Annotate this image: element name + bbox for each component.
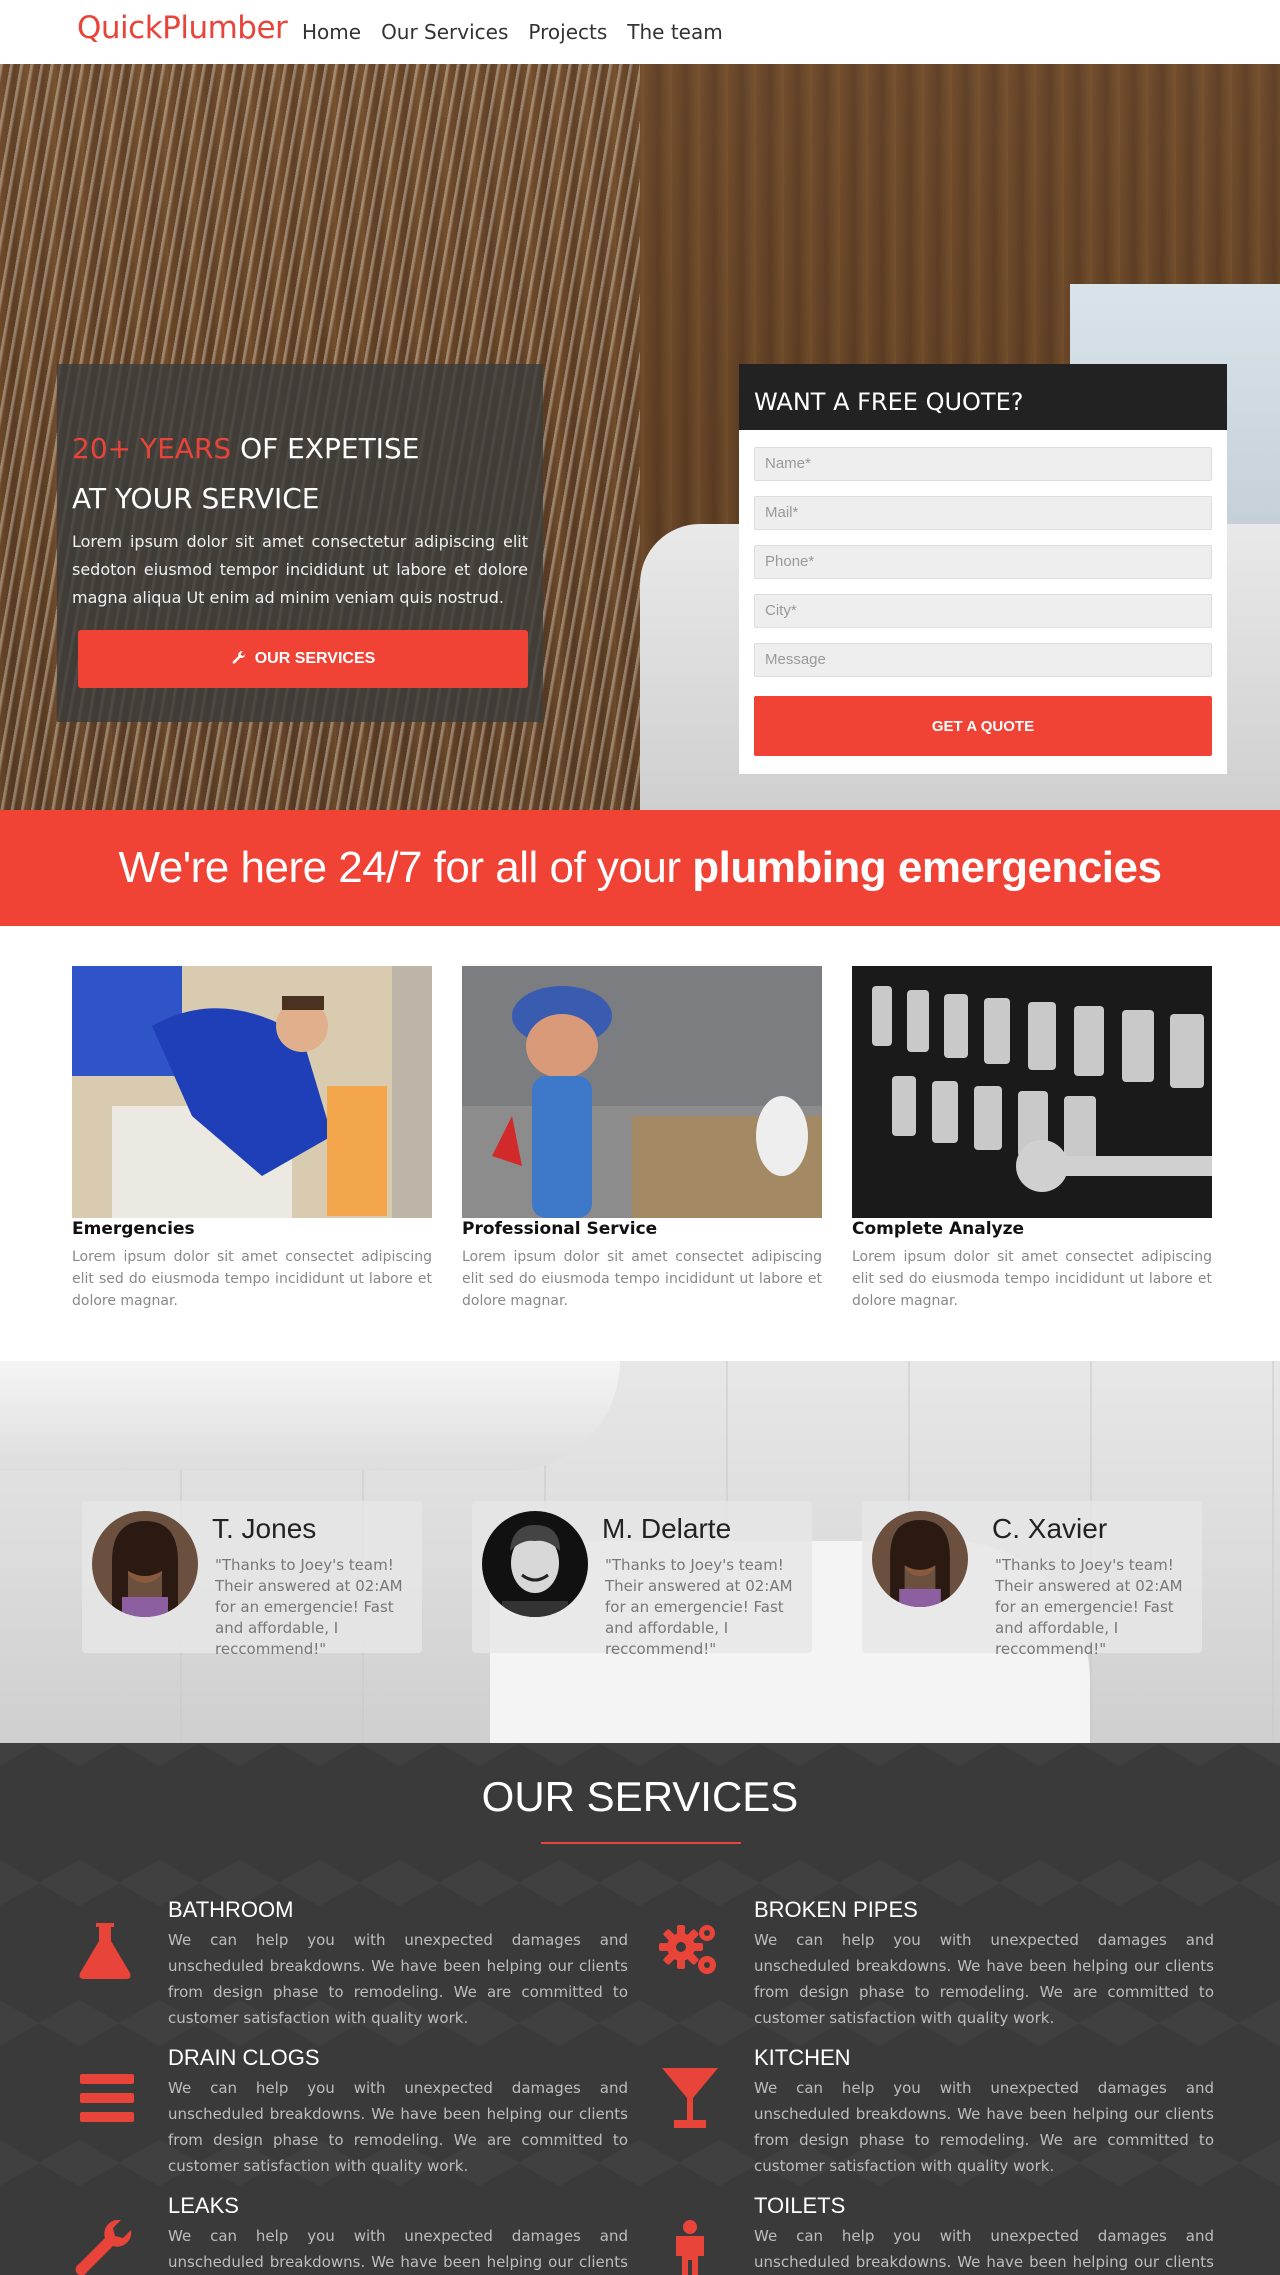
nav-link-our-services[interactable]: Our Services <box>381 20 508 44</box>
feature-image-socket-set <box>852 966 1212 1218</box>
service-text: We can help you with unexpected damages … <box>168 1931 628 2027</box>
banner-text-normal: We're here 24/7 for all of your <box>118 843 693 892</box>
testimonial-card: T. Jones "Thanks to Joey's team! Their a… <box>82 1501 422 1658</box>
testimonial-quote: "Thanks to Joey's team! Their answered a… <box>605 1556 793 1658</box>
service-title: TOILETS <box>754 2193 846 2218</box>
avatar <box>872 1511 968 1607</box>
feature-card-professional-service: Professional Service Lorem ipsum dolor s… <box>462 966 822 1312</box>
service-item: TOILETS We can help you with unexpected … <box>754 2191 1214 2275</box>
quote-form: WANT A FREE QUOTE? Name* Mail* Phone* Ci… <box>739 364 1227 774</box>
nav-link-home[interactable]: Home <box>302 20 361 44</box>
flask-icon <box>70 1915 140 1985</box>
brand-logo[interactable]: QuickPlumber <box>77 10 288 46</box>
bars-icon <box>72 2063 142 2133</box>
service-text: We can help you with unexpected damages … <box>168 2079 628 2175</box>
service-text: We can help you with unexpected damages … <box>754 2079 1214 2175</box>
service-text: We can help you with unexpected damages … <box>754 2227 1214 2271</box>
glass-icon <box>655 2063 725 2133</box>
feature-text: Lorem ipsum dolor sit amet consectet adi… <box>72 1249 432 1309</box>
phone-field[interactable]: Phone* <box>754 545 1212 579</box>
person-icon <box>655 2215 725 2275</box>
feature-title: Complete Analyze <box>852 1219 1025 1239</box>
service-title: BROKEN PIPES <box>754 1897 918 1922</box>
top-navbar: QuickPlumber Home Our Services Projects … <box>0 0 1280 64</box>
hero-headline: 20+ YEARS OF EXPETISE <box>72 424 528 474</box>
feature-text: Lorem ipsum dolor sit amet consectet adi… <box>462 1249 822 1309</box>
nav-link-projects[interactable]: Projects <box>528 20 607 44</box>
service-item: KITCHEN We can help you with unexpected … <box>754 2043 1214 2179</box>
hero-headline-line2: AT YOUR SERVICE <box>72 482 320 515</box>
testimonials-section: T. Jones "Thanks to Joey's team! Their a… <box>0 1361 1280 1743</box>
services-section: OUR SERVICES BATHROOM We can help you wi… <box>0 1743 1280 2275</box>
hero-card: 20+ YEARS OF EXPETISE AT YOUR SERVICE Lo… <box>57 364 543 722</box>
emergency-banner-text: We're here 24/7 for all of your plumbing… <box>0 810 1280 926</box>
feature-title: Emergencies <box>72 1219 195 1239</box>
avatar <box>482 1511 588 1617</box>
testimonial-name: M. Delarte <box>602 1513 732 1544</box>
feature-text: Lorem ipsum dolor sit amet consectet adi… <box>852 1249 1212 1309</box>
mail-field[interactable]: Mail* <box>754 496 1212 530</box>
service-text: We can help you with unexpected damages … <box>754 1931 1214 2027</box>
service-title: BATHROOM <box>168 1897 294 1922</box>
banner-text-bold: plumbing emergencies <box>692 843 1162 892</box>
service-item: BROKEN PIPES We can help you with unexpe… <box>754 1895 1214 2031</box>
service-title: DRAIN CLOGS <box>168 2045 320 2070</box>
feature-image-plumber <box>72 966 432 1218</box>
service-item: BATHROOM We can help you with unexpected… <box>168 1895 628 2031</box>
quote-form-title: WANT A FREE QUOTE? <box>739 364 1227 430</box>
hero-section: 20+ YEARS OF EXPETISE AT YOUR SERVICE Lo… <box>0 64 1280 810</box>
get-a-quote-button[interactable]: GET A QUOTE <box>754 696 1212 756</box>
feature-title: Professional Service <box>462 1219 658 1239</box>
hero-body-text: Lorem ipsum dolor sit amet consectetur a… <box>72 532 528 607</box>
service-title: LEAKS <box>168 2193 239 2218</box>
message-field[interactable]: Message <box>754 643 1212 677</box>
testimonials-sink <box>0 1361 620 1471</box>
testimonial-card: M. Delarte "Thanks to Joey's team! Their… <box>472 1501 812 1658</box>
avatar <box>92 1511 198 1617</box>
service-title: KITCHEN <box>754 2045 851 2070</box>
services-title: OUR SERVICES <box>481 1773 799 1820</box>
wrench-icon <box>232 651 246 664</box>
testimonial-quote: "Thanks to Joey's team! Their answered a… <box>215 1556 403 1658</box>
testimonial-card: C. Xavier "Thanks to Joey's team! Their … <box>862 1501 1202 1658</box>
services-title-underline <box>541 1842 741 1844</box>
gears-icon <box>655 1915 725 1985</box>
wrench-icon <box>70 2215 140 2275</box>
our-services-button[interactable]: OUR SERVICES <box>78 630 528 688</box>
feature-card-complete-analyze: Complete Analyze Lorem ipsum dolor sit a… <box>852 966 1212 1312</box>
feature-image-figurine <box>462 966 822 1218</box>
testimonial-quote: "Thanks to Joey's team! Their answered a… <box>995 1556 1183 1658</box>
our-services-button-label: OUR SERVICES <box>254 650 376 667</box>
hero-headline-rest: OF EXPETISE <box>231 432 420 465</box>
name-field[interactable]: Name* <box>754 447 1212 481</box>
feature-card-emergencies: Emergencies Lorem ipsum dolor sit amet c… <box>72 966 432 1312</box>
service-item: LEAKS We can help you with unexpected da… <box>168 2191 628 2275</box>
main-menu: Home Our Services Projects The team <box>302 20 723 44</box>
nav-link-the-team[interactable]: The team <box>627 20 722 44</box>
hero-headline-accent: 20+ YEARS <box>72 432 232 465</box>
testimonial-name: C. Xavier <box>992 1513 1108 1544</box>
city-field[interactable]: City* <box>754 594 1212 628</box>
emergency-banner: We're here 24/7 for all of your plumbing… <box>0 810 1280 926</box>
service-text: We can help you with unexpected damages … <box>168 2227 628 2271</box>
testimonial-name: T. Jones <box>212 1513 317 1544</box>
service-item: DRAIN CLOGS We can help you with unexpec… <box>168 2043 628 2179</box>
